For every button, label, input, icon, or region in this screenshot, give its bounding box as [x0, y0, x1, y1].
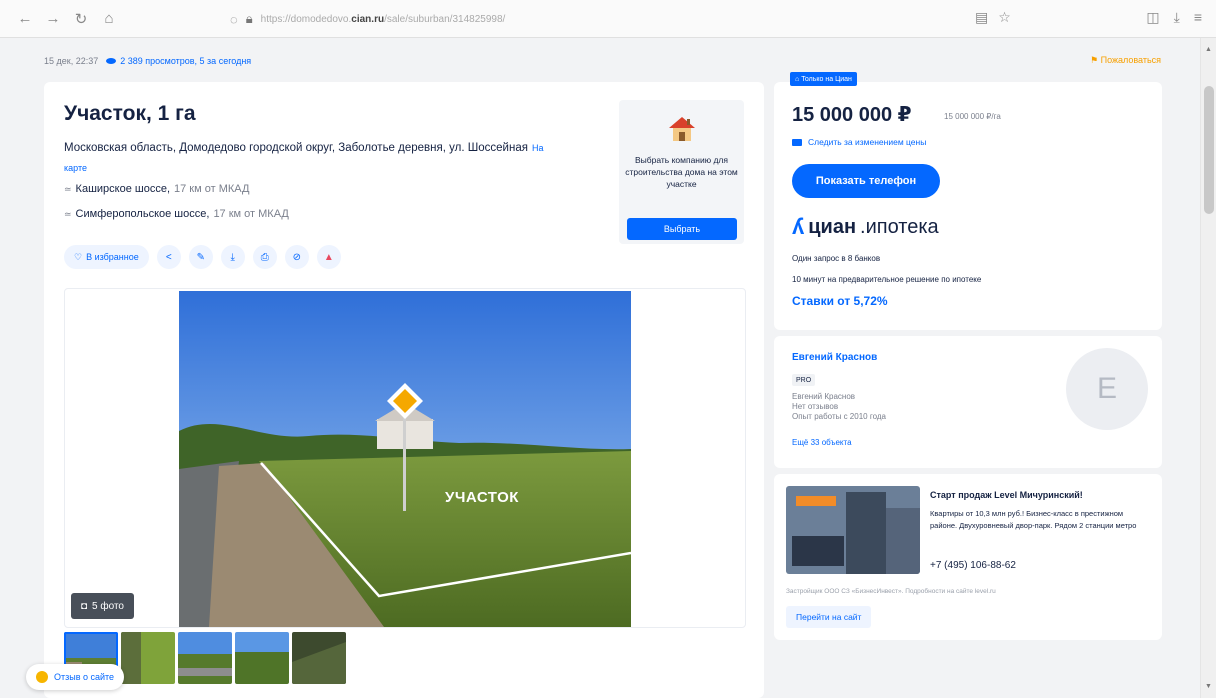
publish-date: 15 дек, 22:37	[44, 56, 99, 66]
address-bar[interactable]: ◌ 🔒︎ https://domodedovo.cian.ru/sale/sub…	[230, 7, 1020, 31]
smile-icon	[36, 671, 48, 683]
thumbnail[interactable]	[121, 632, 175, 684]
builder-promo: Выбрать компанию для строительства дома …	[619, 100, 744, 244]
scroll-down-icon[interactable]: ▼	[1205, 683, 1212, 690]
report-icon[interactable]: ▲	[316, 245, 341, 269]
ad-phone[interactable]: +7 (495) 106-88-62	[930, 560, 1016, 571]
price-per-unit: 15 000 000 ₽/га	[944, 112, 1001, 121]
edit-icon[interactable]: ✎	[188, 245, 213, 269]
exclusive-badge: ⌂ Только на Циан	[790, 72, 857, 86]
flag-icon: ⚑	[1090, 55, 1099, 65]
ad-text: Квартиры от 10,3 млн руб.! Бизнес-класс …	[930, 509, 1137, 530]
scroll-thumb[interactable]	[1204, 86, 1214, 214]
envelope-icon	[792, 138, 802, 146]
agent-more-link[interactable]: Ещё 33 объекта	[792, 438, 852, 447]
main-photo[interactable]: УЧАСТОК	[179, 291, 631, 627]
watch-price-link[interactable]: Следить за изменением цены	[792, 137, 926, 147]
listing-actions: ♡ В избранное < ✎ ⤓ ⎙ ⊘ ▲	[64, 245, 341, 269]
home-icon: ⌂	[795, 75, 800, 83]
road-icon: ≃	[64, 183, 72, 194]
go-to-site-button[interactable]: Перейти на сайт	[786, 606, 872, 628]
ad-card: Старт продаж Level Мичуринский! Квартиры…	[774, 474, 1162, 640]
agent-info: Евгений Краснов Нет отзывов Опыт работы …	[792, 392, 886, 421]
pro-badge: PRO	[792, 374, 816, 386]
site-feedback-button[interactable]: Отзыв о сайте	[26, 664, 125, 690]
mortgage-text: Один запрос в 8 банков	[792, 254, 881, 263]
forward-icon[interactable]: →	[40, 6, 66, 32]
photo-caption: УЧАСТОК	[445, 489, 519, 506]
ad-developer: Застройщик ООО СЗ «БизнесИнвест». Подроб…	[786, 588, 996, 595]
listing-card: Участок, 1 га Московская область, Домоде…	[44, 82, 764, 698]
bookmark-star-icon[interactable]: ☆	[998, 9, 1011, 26]
address: Московская область, Домодедово городской…	[64, 142, 544, 173]
home-icon[interactable]: ⌂	[96, 6, 122, 32]
highway-item: ≃ Каширское шоссе, 17 км от МКАД	[64, 183, 250, 195]
photo-gallery: УЧАСТОК ◘ 5 фото	[64, 288, 746, 628]
back-icon[interactable]: ←	[12, 6, 38, 32]
reader-view-icon[interactable]: ▤	[975, 9, 988, 26]
extensions-icon[interactable]: ≡	[1194, 9, 1202, 26]
highway-item: ≃ Симферопольское шоссе, 17 км от МКАД	[64, 208, 289, 220]
camera-icon: ◘	[81, 600, 88, 612]
agent-card: Евгений Краснов PRO Евгений Краснов Нет …	[774, 336, 1162, 468]
download-pdf-icon[interactable]: ⤓	[220, 245, 245, 269]
mortgage-text: 10 минут на предварительное решение по и…	[792, 275, 982, 284]
ad-image[interactable]	[786, 486, 920, 574]
browser-toolbar: ← → ↻ ⌂ ◌ 🔒︎ https://domodedovo.cian.ru/…	[0, 0, 1216, 38]
download-icon[interactable]: ⤓	[1174, 9, 1180, 26]
photo-count-button[interactable]: ◘ 5 фото	[71, 593, 134, 619]
cian-logo-icon: ʎ	[792, 214, 805, 239]
scroll-up-icon[interactable]: ▲	[1205, 46, 1212, 53]
cian-mortgage-logo[interactable]: ʎ циан .ипотека	[792, 214, 939, 240]
ad-title[interactable]: Старт продаж Level Мичуринский!	[930, 490, 1150, 500]
complain-link[interactable]: ⚑ Пожаловаться	[1090, 55, 1161, 66]
avatar: Е	[1066, 348, 1148, 430]
mortgage-rates-link[interactable]: Ставки от 5,72%	[792, 294, 888, 308]
page-title: Участок, 1 га	[64, 102, 196, 125]
choose-builder-button[interactable]: Выбрать	[627, 218, 737, 240]
thumbnail[interactable]	[292, 632, 346, 684]
hide-icon[interactable]: ⊘	[284, 245, 309, 269]
pocket-icon[interactable]: ◫	[1146, 9, 1159, 26]
favorite-button[interactable]: ♡ В избранное	[64, 245, 149, 269]
builder-text: Выбрать компанию для строительства дома …	[625, 155, 738, 189]
thumbnail[interactable]	[178, 632, 232, 684]
listing-meta: 15 дек, 22:37 2 389 просмотров, 5 за сег…	[44, 56, 251, 66]
show-phone-button[interactable]: Показать телефон	[792, 164, 940, 198]
page-scrollbar[interactable]: ▲ ▼	[1200, 38, 1216, 698]
agent-name-link[interactable]: Евгений Краснов	[792, 352, 877, 363]
road-icon: ≃	[64, 208, 72, 219]
reload-icon[interactable]: ↻	[68, 6, 94, 32]
share-icon[interactable]: <	[156, 245, 181, 269]
land-photo	[179, 291, 631, 627]
print-icon[interactable]: ⎙	[252, 245, 277, 269]
lock-icon: 🔒︎	[245, 11, 253, 26]
shield-icon: ◌	[230, 11, 238, 27]
house-icon	[669, 117, 695, 141]
price: 15 000 000 ₽	[792, 104, 912, 126]
heart-icon: ♡	[74, 251, 83, 262]
thumbnail[interactable]	[235, 632, 289, 684]
views-link[interactable]: 2 389 просмотров, 5 за сегодня	[106, 56, 251, 66]
eye-icon	[106, 58, 117, 64]
url-text: https://domodedovo.cian.ru/sale/suburban…	[260, 13, 506, 25]
price-card: ⌂ Только на Циан 15 000 000 ₽ 15 000 000…	[774, 72, 1162, 330]
